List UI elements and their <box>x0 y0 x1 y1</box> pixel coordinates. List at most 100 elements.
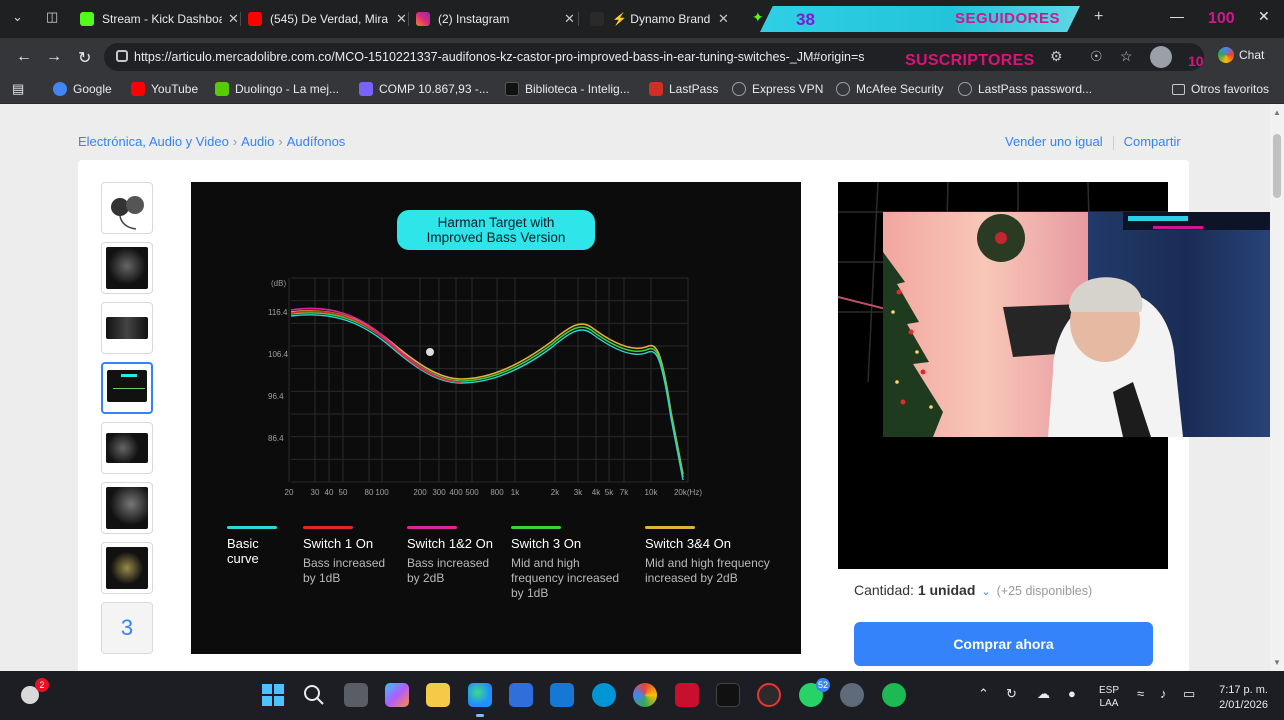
x-tick-label: 300 <box>432 488 446 497</box>
tiktok-icon[interactable] <box>716 683 740 707</box>
bookmark-lastpass-password[interactable]: LastPass password... <box>958 82 1092 96</box>
kick-overlay-icon: ✦ <box>752 9 764 25</box>
show-hidden-icons-icon[interactable]: ⌃ <box>978 686 989 702</box>
microphone-icon[interactable]: ● <box>1068 686 1076 701</box>
webcam-overlay <box>883 212 1284 437</box>
mcafee-icon[interactable] <box>675 683 699 707</box>
y-tick-label: 86.4 <box>268 434 284 443</box>
back-icon[interactable]: ← <box>16 48 32 66</box>
close-icon[interactable]: ✕ <box>718 11 729 27</box>
close-window-icon[interactable]: ✕ <box>1258 8 1270 25</box>
start-icon[interactable] <box>261 683 285 707</box>
tab-instagram[interactable]: (2) Instagram ✕ <box>416 6 575 32</box>
sync-icon[interactable]: ↻ <box>1006 686 1017 702</box>
weather-widget-icon[interactable]: 2 <box>18 678 49 707</box>
site-info-icon[interactable] <box>116 50 128 62</box>
breadcrumb-item[interactable]: Audífonos <box>287 134 346 149</box>
more-images-thumbnail[interactable]: 3 <box>101 602 153 654</box>
thumbnail[interactable] <box>101 242 153 294</box>
page-scrollbar[interactable]: ▲ ▼ <box>1270 104 1284 671</box>
bookmark-lastpass[interactable]: LastPass <box>649 82 718 96</box>
recorder-icon[interactable] <box>757 683 781 707</box>
extension-icon[interactable]: ⚙ <box>1050 48 1063 65</box>
quantity-selector[interactable]: Cantidad: 1 unidad ⌄ (+25 disponibles) <box>854 582 1092 598</box>
thumbnail[interactable] <box>101 182 153 234</box>
sell-similar-link[interactable]: Vender uno igual <box>1005 134 1103 149</box>
reload-icon[interactable]: ↻ <box>78 48 91 68</box>
bookmark-youtube[interactable]: YouTube <box>131 82 198 96</box>
new-tab-icon[interactable]: + <box>1094 8 1103 26</box>
legend-swatch <box>511 526 561 529</box>
tab-youtube-video[interactable]: (545) De Verdad, Mira E ✕ <box>248 6 407 32</box>
breadcrumb: Electrónica, Audio y Video › Audio › Audífon… <box>78 134 346 149</box>
legend-basic-curve: Basic curve <box>227 526 287 566</box>
clock[interactable]: 7:17 p. m. 2/01/2026 <box>1208 683 1268 713</box>
product-main-image[interactable]: Harman Target with Improved Bass Version… <box>191 182 801 654</box>
share-link[interactable]: Compartir <box>1124 134 1181 149</box>
followers-label: SEGUIDORES <box>955 10 1061 27</box>
buy-now-button[interactable]: Comprar ahora <box>854 622 1153 666</box>
url-text[interactable]: https://articulo.mercadolibre.com.co/MCO… <box>134 50 954 64</box>
thumbnail-selected[interactable] <box>101 362 153 414</box>
thumbnail[interactable] <box>101 422 153 474</box>
chat-button[interactable]: Chat <box>1218 47 1264 63</box>
breadcrumb-item[interactable]: Audio <box>241 134 274 149</box>
file-explorer-icon[interactable] <box>426 683 450 707</box>
scroll-up-icon[interactable]: ▲ <box>1273 108 1281 117</box>
volume-icon[interactable]: ♪ <box>1160 686 1167 701</box>
dynamo-icon <box>590 12 604 26</box>
close-icon[interactable]: ✕ <box>564 11 575 27</box>
whatsapp-icon[interactable]: 52 <box>799 678 830 707</box>
comp-icon <box>359 82 373 96</box>
wifi-icon[interactable]: ≈ <box>1137 686 1144 701</box>
search-icon[interactable] <box>302 683 326 707</box>
close-icon[interactable]: ✕ <box>396 11 407 27</box>
address-bar[interactable]: https://articulo.mercadolibre.com.co/MCO… <box>104 43 1204 71</box>
tab-search-icon[interactable]: ⌄ <box>12 9 23 25</box>
breadcrumb-item[interactable]: Electrónica, Audio y Video <box>78 134 229 149</box>
legend-swatch <box>227 526 277 529</box>
spotify-icon[interactable] <box>882 683 906 707</box>
language-indicator[interactable]: ESP LAA <box>1099 684 1119 710</box>
lastpass-icon <box>649 82 663 96</box>
scrollbar-thumb[interactable] <box>1273 134 1281 198</box>
forward-icon[interactable]: → <box>46 48 62 66</box>
globe-icon <box>836 82 850 96</box>
edge-browser-icon[interactable] <box>468 683 492 717</box>
profile-avatar[interactable] <box>1150 46 1172 68</box>
globe-icon <box>732 82 746 96</box>
onedrive-icon[interactable]: ☁ <box>1037 686 1050 702</box>
x-tick-label: 800 <box>490 488 504 497</box>
bookmark-biblioteca[interactable]: Biblioteca - Intelig... <box>505 82 630 96</box>
scroll-down-icon[interactable]: ▼ <box>1273 658 1281 667</box>
thumbnail[interactable] <box>101 482 153 534</box>
minimize-icon[interactable]: — <box>1170 8 1184 24</box>
bookmark-google[interactable]: Google <box>53 82 112 96</box>
chrome-icon[interactable] <box>633 683 657 707</box>
more-images-count: 3 <box>102 603 152 653</box>
hp-icon[interactable] <box>592 683 616 707</box>
share-page-icon[interactable]: ☉ <box>1090 48 1103 65</box>
thumbnail[interactable] <box>101 302 153 354</box>
tab-strip: ⌄ ◫ Stream - Kick Dashboa ✕ (545) De Ver… <box>0 0 1284 38</box>
bookmark-star-icon[interactable]: ☆ <box>1120 48 1133 65</box>
other-bookmarks-folder[interactable]: Otros favoritos <box>1172 82 1269 96</box>
settings-icon[interactable] <box>840 683 864 707</box>
store-icon[interactable] <box>509 683 533 707</box>
legend-swatch <box>303 526 353 529</box>
sidebar-toggle-icon[interactable]: ▤ <box>12 81 24 97</box>
workspaces-icon[interactable]: ◫ <box>46 9 58 25</box>
outlook-icon[interactable] <box>550 683 574 707</box>
bookmark-express-vpn[interactable]: Express VPN <box>732 82 823 96</box>
battery-icon[interactable]: ▭ <box>1183 686 1195 702</box>
bookmark-duolingo[interactable]: Duolingo - La mej... <box>215 82 339 96</box>
task-view-icon[interactable] <box>344 683 368 707</box>
thumbnail[interactable] <box>101 542 153 594</box>
taskbar: 2 52 ⌃ ↻ ☁ ● ESP LAA ≈ ♪ ▭ 7:17 p. m. 2/… <box>0 671 1284 720</box>
tab-dynamo-brand[interactable]: ⚡ Dynamo Brand - M ✕ <box>590 6 729 32</box>
tab-kick-dashboard[interactable]: Stream - Kick Dashboa ✕ <box>80 6 239 32</box>
close-icon[interactable]: ✕ <box>228 11 239 27</box>
copilot-icon[interactable] <box>385 683 409 707</box>
bookmark-comp[interactable]: COMP 10.867,93 -... <box>359 82 489 96</box>
bookmark-mcafee[interactable]: McAfee Security <box>836 82 943 96</box>
